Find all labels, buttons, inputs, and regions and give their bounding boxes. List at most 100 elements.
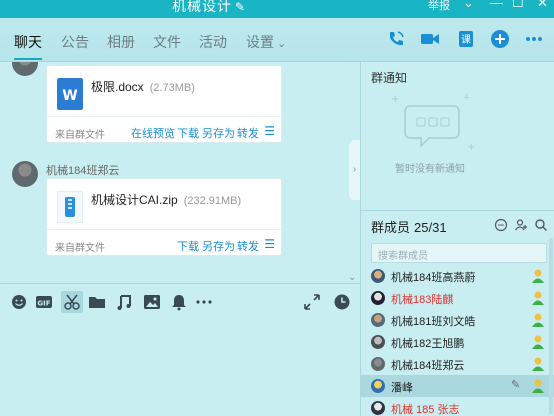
history-icon[interactable] (333, 293, 351, 311)
members-header: 群成员 25/31 (361, 210, 554, 238)
dropdown-icon[interactable]: ⌄ (463, 0, 474, 11)
right-panel: 群通知 + + + 暂时没有新通知 群成员 25/31 搜索群成员 机械184班高… (360, 62, 554, 416)
edit-name-icon[interactable]: ✎ (235, 0, 246, 14)
save-as-link[interactable]: 另存为 (202, 125, 235, 141)
member-icon (532, 313, 544, 327)
avatar (371, 379, 385, 393)
phone-call-icon[interactable] (386, 29, 406, 49)
preview-online-link[interactable]: 在线预览 (131, 125, 175, 141)
file-name: 机械设计CAI.zip (232.91MB) (91, 191, 241, 208)
add-member-icon[interactable] (514, 218, 528, 232)
bell-icon[interactable] (170, 293, 188, 311)
svg-text:+: + (467, 142, 475, 153)
tab-settings[interactable]: 设置 ⌄ (246, 32, 286, 52)
member-item[interactable]: 机械183陆麒 (361, 287, 554, 309)
input-toolbar: GIF (0, 283, 360, 319)
minimize-button[interactable]: — (490, 0, 503, 10)
message-input[interactable] (0, 319, 360, 416)
member-count: 25/31 (414, 220, 447, 235)
member-icon (532, 335, 544, 349)
member-name: 机械181班刘文皓 (391, 316, 476, 328)
member-item[interactable]: 机械 185 张志 (361, 397, 554, 416)
member-item[interactable]: 潘峰 ✎ (361, 375, 554, 397)
expand-icon[interactable] (303, 293, 321, 311)
tab-album[interactable]: 相册 (107, 32, 135, 52)
avatar (371, 313, 385, 327)
active-tab-indicator (14, 58, 42, 60)
edit-icon[interactable]: ✎ (511, 378, 520, 391)
chat-members-icon[interactable] (494, 218, 508, 232)
group-name: 机械设计 (172, 0, 232, 14)
gif-icon[interactable]: GIF (35, 293, 53, 311)
search-icon[interactable] (534, 218, 548, 232)
avatar (371, 335, 385, 349)
file-name: 极限.docx (2.73MB) (91, 78, 195, 95)
member-item[interactable]: 机械181班刘文皓 (361, 309, 554, 331)
file-size: (2.73MB) (149, 82, 195, 94)
member-item[interactable]: 机械182王旭鹏 (361, 331, 554, 353)
menu-icon[interactable]: ☰ (264, 124, 275, 138)
word-file-icon: W (57, 78, 83, 110)
emoji-icon[interactable] (10, 293, 28, 311)
divider (47, 116, 281, 117)
more-tools-icon[interactable] (195, 293, 213, 311)
member-icon (532, 357, 544, 371)
video-call-icon[interactable] (420, 29, 440, 49)
divider (47, 229, 281, 230)
tab-chat[interactable]: 聊天 (14, 32, 42, 52)
member-name: 机械183陆麒 (391, 294, 454, 306)
file-message-card[interactable]: 机械设计CAI.zip (232.91MB) 来自群文件 下载 另存为 转发 ☰ (46, 178, 282, 256)
member-name: 机械 185 张志 (391, 404, 460, 416)
members-scrollbar[interactable] (549, 238, 553, 414)
sender-name: 机械184班郑云 (46, 165, 120, 177)
chat-area: ⌃ W 极限.docx (2.73MB) 来自群文件 在线预览 下载 另存为 转发… (0, 62, 360, 283)
forward-link[interactable]: 转发 (237, 238, 259, 254)
member-name: 机械182王旭鹏 (391, 338, 465, 350)
scissors-icon[interactable] (61, 291, 83, 313)
maximize-button[interactable]: ☐ (512, 0, 524, 11)
member-item[interactable]: 机械184班高燕蔚 (361, 265, 554, 287)
avatar (371, 357, 385, 371)
title-bar: 机械设计 ✎ 举报 ⌄ — ☐ ✕ (0, 0, 554, 18)
tab-settings-label: 设置 (246, 34, 274, 50)
collapse-panel-handle[interactable]: › (349, 140, 360, 200)
member-icon (532, 291, 544, 305)
save-as-link[interactable]: 另存为 (202, 238, 235, 254)
top-nav: 聊天 公告 相册 文件 活动 设置 ⌄ 课 (0, 18, 554, 62)
more-icon[interactable] (524, 29, 544, 49)
member-name: 潘峰 (391, 382, 413, 394)
scroll-up-mark: ⌃ (348, 62, 357, 70)
close-button[interactable]: ✕ (537, 0, 548, 11)
member-item[interactable]: 机械184班郑云 (361, 353, 554, 375)
tab-files[interactable]: 文件 (153, 32, 181, 52)
menu-icon[interactable]: ☰ (264, 237, 275, 251)
member-name: 机械184班高燕蔚 (391, 272, 476, 284)
report-link[interactable]: 举报 (428, 0, 450, 13)
tab-activity[interactable]: 活动 (199, 32, 227, 52)
avatar[interactable] (12, 161, 38, 187)
member-icon (532, 379, 544, 393)
download-link[interactable]: 下载 (177, 238, 199, 254)
forward-link[interactable]: 转发 (237, 125, 259, 141)
avatar[interactable] (12, 62, 38, 76)
music-icon[interactable] (115, 293, 133, 311)
file-size: (232.91MB) (183, 195, 242, 207)
add-app-icon[interactable] (490, 29, 510, 49)
tab-announcement[interactable]: 公告 (61, 32, 89, 52)
file-message-card[interactable]: W 极限.docx (2.73MB) 来自群文件 在线预览 下载 另存为 转发 ☰ (46, 65, 282, 143)
svg-text:W: W (62, 88, 77, 104)
members-title: 群成员 25/31 (371, 217, 447, 236)
scroll-down-mark: ⌄ (348, 272, 357, 283)
empty-notice-illustration: + + + (391, 93, 475, 153)
member-search-input[interactable]: 搜索群成员 (371, 243, 547, 263)
avatar (371, 401, 385, 415)
notice-empty-text: 暂时没有新通知 (395, 164, 465, 175)
member-name: 机械184班郑云 (391, 360, 465, 372)
svg-text:+: + (463, 93, 471, 103)
folder-icon[interactable] (88, 293, 106, 311)
download-link[interactable]: 下载 (177, 125, 199, 141)
file-name-text: 机械设计CAI.zip (91, 193, 178, 207)
image-icon[interactable] (143, 293, 161, 311)
svg-text:+: + (391, 94, 399, 105)
classroom-icon[interactable]: 课 (456, 29, 476, 49)
